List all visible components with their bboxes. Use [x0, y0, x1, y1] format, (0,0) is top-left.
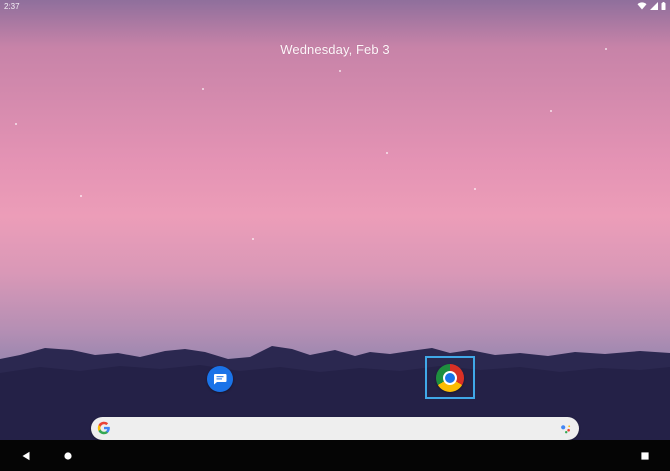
status-icons [637, 2, 666, 10]
star [339, 70, 341, 72]
back-button[interactable] [19, 449, 33, 463]
android-home-screen: 2:37 Wednesday, Feb 3 [0, 0, 670, 471]
message-bubble-icon [214, 374, 227, 385]
home-date: Wednesday, Feb 3 [280, 42, 390, 57]
star [386, 152, 388, 154]
star [80, 195, 82, 197]
star [15, 123, 17, 125]
star [252, 238, 254, 240]
navigation-bar [0, 440, 670, 471]
wifi-icon [637, 2, 647, 10]
chrome-app-selection[interactable] [425, 356, 475, 399]
star [202, 88, 204, 90]
messages-app-icon[interactable] [207, 366, 233, 392]
google-search-bar[interactable] [91, 417, 579, 440]
chrome-icon [436, 363, 464, 392]
status-time: 2:37 [4, 2, 20, 11]
assistant-icon[interactable] [560, 423, 572, 435]
recents-icon [641, 452, 649, 460]
back-icon [22, 451, 30, 461]
home-icon [64, 452, 72, 460]
signal-icon [650, 2, 658, 10]
battery-icon [661, 2, 666, 10]
status-bar: 2:37 [0, 0, 670, 14]
chrome-center-icon [445, 372, 455, 383]
star [474, 188, 476, 190]
star [550, 110, 552, 112]
google-g-icon [97, 421, 110, 435]
recents-button[interactable] [638, 449, 652, 463]
home-button[interactable] [61, 449, 75, 463]
